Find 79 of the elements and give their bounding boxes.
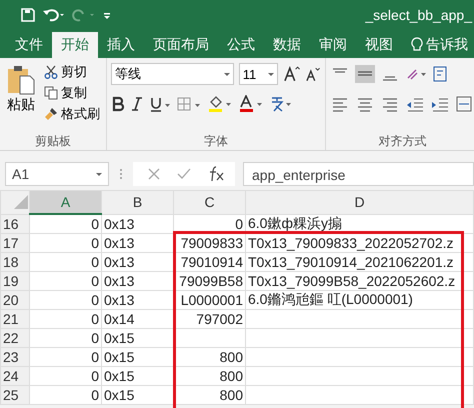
ribbon-tab[interactable]: 公式 [218,32,264,58]
formula-field[interactable]: app_enterprise [243,162,474,186]
table-cell: 800 [174,348,246,366]
table-cell: 6.0鏅鸿兘鏂 叿(L0000001) [246,290,474,310]
table-cell: T0x13_79009833_2022052702.z [246,234,474,252]
table-cell: 0 [30,310,102,328]
align-middle-icon[interactable] [355,65,375,83]
row-header[interactable]: 22 [0,328,30,348]
insert-function-icon[interactable] [207,166,225,182]
row-header[interactable]: 17 [0,234,30,252]
table-cell: 6.0鏉ф粿浜у搧 [246,214,474,234]
window-title: _select_bb_app_ [365,7,472,23]
more-icon [117,166,125,182]
row-header[interactable]: 16 [0,214,30,234]
table-cell: 800 [174,366,246,386]
row-header[interactable]: 18 [0,252,30,272]
ribbon-tab[interactable]: 审阅 [310,32,356,58]
font-size-dropdown[interactable]: 11 [238,63,278,85]
shrink-font-icon[interactable] [305,65,321,83]
row-header[interactable]: 24 [0,366,30,386]
table-cell: 0 [30,214,102,234]
format-painter-button[interactable]: 格式刷 [42,104,102,124]
ribbon-tab[interactable]: 开始 [52,32,98,58]
ribbon-tab[interactable]: 文件 [6,32,52,58]
lightbulb-icon [411,37,423,53]
table-cell: 0 [30,366,102,386]
fill-color-icon[interactable] [207,95,233,113]
column-header[interactable]: D [246,190,474,214]
table-cell: 79099B58 [174,272,246,290]
table-cell: L0000001 [174,290,246,310]
table-cell: 79009833 [174,234,246,252]
table-cell: 0 [30,386,102,404]
copy-button[interactable]: 复制 [42,83,102,103]
tell-me-button[interactable]: 告诉我 [402,32,474,58]
brush-icon [44,107,58,121]
ribbon-tab[interactable]: 插入 [98,32,144,58]
table-cell: 0 [30,348,102,366]
table-cell: 0 [30,272,102,290]
row-header[interactable]: 25 [0,386,30,404]
table-cell: T0x13_79010914_2021062201.z [246,252,474,272]
name-box[interactable]: A1 [5,162,109,186]
table-cell: 800 [174,386,246,404]
bold-icon[interactable] [111,96,125,112]
row-header[interactable]: 19 [0,272,30,290]
phonetic-guide-icon[interactable] [269,95,293,113]
column-header[interactable]: A [30,190,102,214]
scissors-icon [44,65,58,79]
grow-font-icon[interactable] [282,65,300,83]
paste-button[interactable]: 粘贴 [4,62,38,132]
table-cell: 0x13 [102,214,174,234]
row-header[interactable]: 21 [0,310,30,328]
merge-cells-icon[interactable] [455,95,474,113]
clipboard-icon [6,64,36,96]
cut-button[interactable]: 剪切 [42,62,102,82]
table-cell: 79010914 [174,252,246,272]
row-header[interactable]: 20 [0,290,30,310]
undo-icon[interactable] [42,7,66,23]
copy-icon [44,86,58,100]
table-cell: 0 [30,328,102,348]
ribbon-tab[interactable]: 视图 [356,32,402,58]
table-cell: 0 [30,234,102,252]
group-label: 剪贴板 [34,133,72,150]
borders-icon[interactable] [176,96,202,112]
table-cell: T0x13_79099B58_2022052602.z [246,272,474,290]
row-header[interactable]: 23 [0,348,30,366]
column-header[interactable]: C [174,190,246,214]
italic-icon[interactable] [130,96,144,112]
group-label: 字体 [203,133,229,150]
table-cell: 0 [30,290,102,310]
ribbon-tab[interactable]: 数据 [264,32,310,58]
underline-icon[interactable] [149,96,171,112]
table-cell: 0 [30,252,102,272]
font-color-icon[interactable] [238,95,264,113]
column-header[interactable]: B [102,190,174,214]
save-icon[interactable] [20,7,36,23]
ribbon-tab[interactable]: 页面布局 [144,32,218,58]
group-label: 对齐方式 [378,133,428,150]
font-name-dropdown[interactable]: 等线 [111,63,234,85]
table-cell: 797002 [174,310,246,328]
